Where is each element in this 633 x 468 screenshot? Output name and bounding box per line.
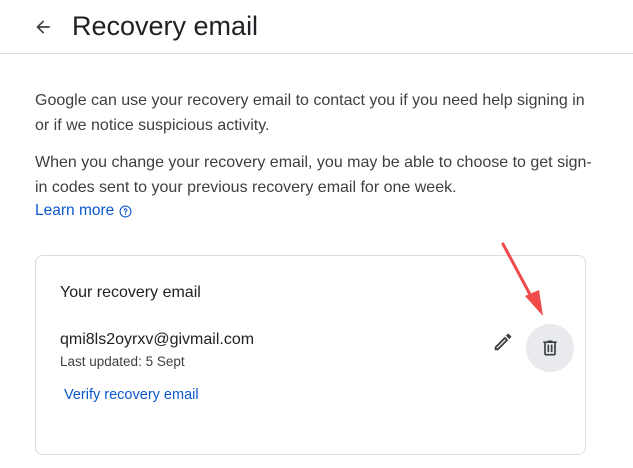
page-header: Recovery email (0, 0, 633, 54)
back-button[interactable] (26, 10, 60, 44)
pencil-icon (494, 333, 512, 351)
description-paragraph-2: When you change your recovery email, you… (35, 154, 592, 196)
help-circle-icon (119, 205, 132, 218)
trash-icon (543, 340, 557, 356)
arrow-back-icon (36, 20, 50, 34)
last-updated-text: Last updated: 5 Sept (60, 354, 185, 369)
verify-recovery-email-link[interactable]: Verify recovery email (64, 385, 199, 405)
learn-more-link[interactable]: Learn more (35, 199, 132, 223)
delete-button[interactable] (526, 324, 574, 372)
recovery-email-value: qmi8ls2oyrxv@givmail.com (60, 331, 255, 348)
edit-button[interactable] (486, 325, 520, 359)
description-paragraph-1: Google can use your recovery email to co… (35, 92, 585, 134)
learn-more-label: Learn more (35, 202, 115, 219)
page-title: Recovery email (72, 11, 259, 41)
recovery-email-page: Recovery email Google can use your recov… (0, 0, 633, 468)
card-title: Your recovery email (60, 284, 201, 301)
recovery-email-card: Your recovery email qmi8ls2oyrxv@givmail… (35, 255, 586, 455)
